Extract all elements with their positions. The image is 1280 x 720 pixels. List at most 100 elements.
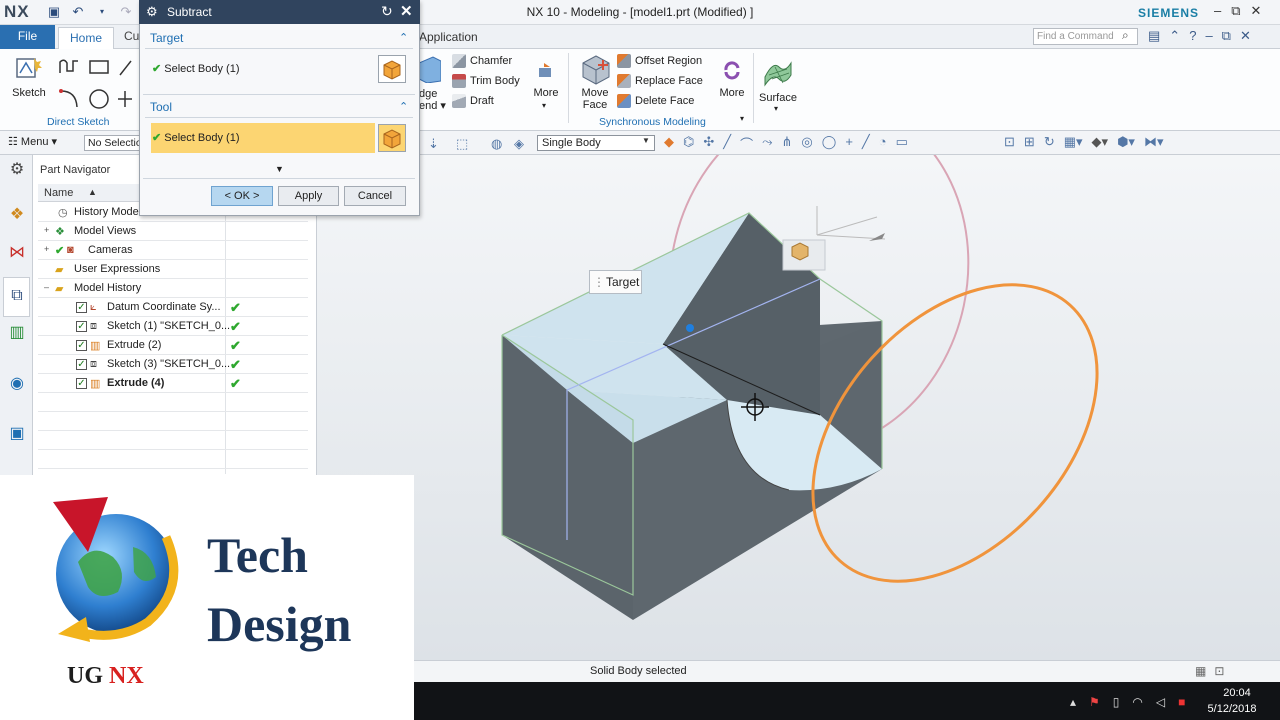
tray-expand-icon[interactable]: ▴	[1070, 695, 1076, 709]
point-icon[interactable]	[118, 88, 132, 110]
tool-select-body-button[interactable]	[378, 124, 406, 152]
reuse-library-icon[interactable]: ▥	[7, 323, 27, 343]
offset-region-button[interactable]: Offset Region	[617, 51, 703, 71]
doc-restore-icon[interactable]: ⧉	[1222, 28, 1231, 44]
apply-button[interactable]: Apply	[278, 186, 339, 206]
expand-icon[interactable]: +	[44, 225, 49, 235]
app-tray-icon[interactable]: ■	[1178, 695, 1185, 709]
chevron-up-icon[interactable]: ⌃	[399, 31, 408, 44]
search-icon[interactable]: ⌕	[1122, 28, 1129, 43]
sync-group-dropdown-icon[interactable]: ▾	[740, 114, 744, 123]
arc-icon[interactable]	[58, 88, 80, 110]
window-icon[interactable]: ▤	[1148, 28, 1160, 44]
select-body-icon[interactable]: ◈	[514, 136, 524, 152]
column-name-header[interactable]: Name	[44, 187, 73, 199]
assembly-navigator-icon[interactable]: ❖	[7, 205, 27, 225]
orient-view-icon[interactable]: ▦▾	[1064, 134, 1083, 150]
clock-date[interactable]: 5/12/2018	[1202, 703, 1262, 715]
snap-options-icon[interactable]: ⌬	[683, 134, 694, 153]
section-view-icon[interactable]: ⧓▾	[1144, 134, 1164, 150]
snap-point-icon[interactable]: +	[845, 134, 853, 153]
target-select-body-button[interactable]	[378, 55, 406, 83]
surface-icon[interactable]	[763, 57, 793, 87]
table-row[interactable]: ✓ ⟀ Datum Coordinate Sy... ✔	[38, 298, 308, 317]
model-viewport[interactable]	[317, 99, 1280, 660]
feature-checkbox[interactable]: ✓	[76, 321, 87, 332]
view-triad-icon[interactable]: ⬢▾	[1117, 134, 1135, 150]
rotate-icon[interactable]: ↻	[1044, 134, 1055, 150]
more-sync-button[interactable]: More	[716, 87, 748, 99]
more-feature-button[interactable]: More	[530, 87, 562, 99]
list-item[interactable]: – ▰ Model History	[38, 279, 308, 298]
maximize-button[interactable]: ⧉	[1231, 3, 1240, 19]
body-rule-select[interactable]: Single Body	[537, 135, 655, 151]
constraint-navigator-icon[interactable]: ⋈	[7, 243, 27, 263]
list-item[interactable]: + ✔ ◙ Cameras	[38, 241, 308, 260]
fullscreen-icon[interactable]: ⊡	[1214, 664, 1224, 678]
wifi-icon[interactable]: ◠	[1132, 695, 1142, 709]
gear-icon[interactable]: ⚙	[146, 4, 158, 20]
collapse-icon[interactable]: –	[44, 282, 49, 292]
close-icon[interactable]: ✕	[400, 2, 413, 20]
surface-button[interactable]: Surface	[757, 92, 799, 104]
snap-intersection-icon[interactable]: ⋔	[782, 134, 793, 153]
type-filter-select[interactable]: No Selectio	[84, 135, 142, 151]
help-icon[interactable]: ?	[1189, 28, 1196, 44]
profile-icon[interactable]	[58, 57, 80, 77]
snap-center-icon[interactable]: ◎	[801, 134, 812, 153]
line-icon[interactable]	[118, 57, 132, 77]
target-section-title[interactable]: Target	[150, 31, 183, 45]
reset-icon[interactable]: ↻	[381, 3, 393, 20]
table-row[interactable]: ✓ ⧈ Sketch (3) "SKETCH_0... ✔	[38, 355, 308, 374]
clock-time[interactable]: 20:04	[1212, 687, 1262, 699]
replace-face-button[interactable]: Replace Face	[617, 71, 703, 91]
fit-view-icon[interactable]: ⊡	[1004, 134, 1015, 150]
snap-control-icon[interactable]: ⤳	[762, 134, 772, 153]
edge-blend-icon[interactable]	[418, 55, 442, 84]
zoom-icon[interactable]: ⊞	[1024, 134, 1035, 150]
tab-curve-partial[interactable]: Cu	[124, 29, 139, 43]
menu-button[interactable]: ☷ Menu ▾	[8, 135, 57, 148]
gear-icon[interactable]: ⚙	[7, 160, 27, 180]
sort-ascending-icon[interactable]: ▲	[88, 187, 97, 197]
more-feature-icon[interactable]	[536, 60, 556, 80]
more-options-chevron-down-icon[interactable]: ▼	[275, 164, 284, 174]
feature-checkbox[interactable]: ✓	[76, 359, 87, 370]
list-item[interactable]: ▰ User Expressions	[38, 260, 308, 279]
web-browser-icon[interactable]: ◉	[7, 374, 27, 394]
chamfer-button[interactable]: Chamfer	[452, 51, 520, 71]
more-sync-icon[interactable]	[722, 60, 742, 80]
tool-section-title[interactable]: Tool	[150, 100, 172, 114]
snap-on-surface-icon[interactable]: ◔	[879, 134, 887, 153]
csys-triad[interactable]	[782, 206, 886, 271]
tab-application[interactable]: Application	[419, 30, 478, 44]
drag-handle-icon[interactable]: ⋮	[593, 271, 605, 293]
snap-line-icon[interactable]: ╱	[723, 134, 731, 153]
trim-body-button[interactable]: Trim Body	[452, 71, 520, 91]
table-row[interactable]: ✓ ▥ Extrude (4) ✔	[38, 374, 308, 393]
ok-button[interactable]: < OK >	[211, 186, 273, 206]
body-rule-dropdown-icon[interactable]: ▼	[642, 136, 650, 145]
circle-icon[interactable]	[88, 88, 110, 110]
snap-on-curve-icon[interactable]: ╱	[862, 134, 870, 153]
close-button[interactable]: ✕	[1251, 3, 1262, 19]
snap-bounded-icon[interactable]: ▭	[896, 134, 908, 153]
tool-select-body[interactable]: ✔ Select Body (1)	[152, 131, 239, 144]
snap-toggle-icon[interactable]: ◆	[664, 134, 674, 153]
table-row[interactable]: ✓ ▥ Extrude (2) ✔	[38, 336, 308, 355]
collapse-ribbon-icon[interactable]: ⌃	[1169, 28, 1180, 44]
chevron-up-icon[interactable]: ⌃	[399, 100, 408, 113]
expand-icon[interactable]: +	[44, 244, 49, 254]
minimize-button[interactable]: –	[1214, 3, 1221, 19]
surface-dropdown-icon[interactable]: ▾	[774, 104, 778, 113]
list-item[interactable]: + ❖ Model Views	[38, 222, 308, 241]
tab-file[interactable]: File	[0, 25, 55, 49]
sketch-icon[interactable]	[14, 55, 44, 83]
select-face-icon[interactable]: ◍	[491, 136, 502, 152]
graphics-window[interactable]	[317, 99, 1280, 660]
more-feature-dropdown-icon[interactable]: ▾	[542, 101, 546, 110]
tab-home[interactable]: Home	[58, 27, 114, 50]
doc-close-icon[interactable]: ✕	[1240, 28, 1251, 44]
feature-checkbox[interactable]: ✓	[76, 378, 87, 389]
rectangle-icon[interactable]	[88, 57, 110, 77]
